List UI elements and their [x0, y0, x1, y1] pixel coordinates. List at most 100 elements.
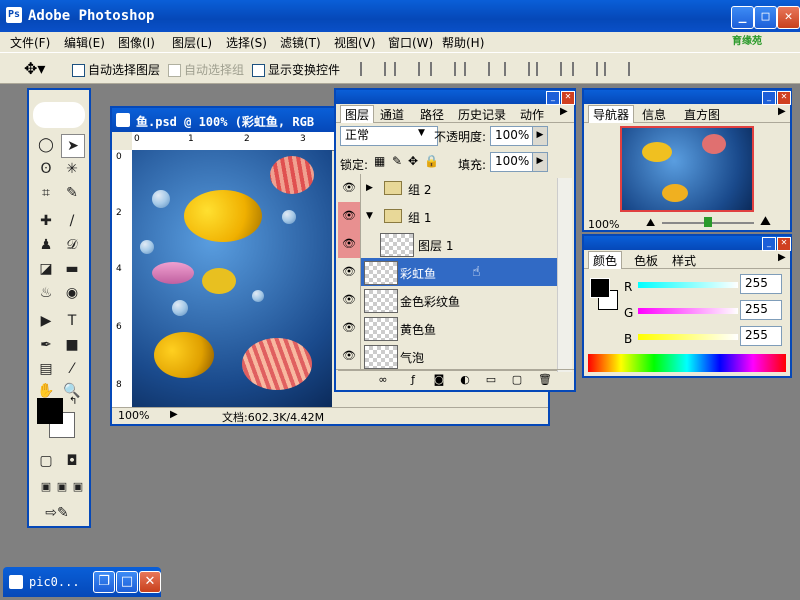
panel-menu-icon[interactable]: ▶: [560, 106, 568, 117]
chevron-down-icon[interactable]: ▼: [418, 128, 425, 138]
zoom-slider-handle[interactable]: [704, 217, 712, 227]
minimized-window[interactable]: pic0... ❐ □ ✕: [3, 567, 161, 597]
panel-close-button[interactable]: ✕: [777, 237, 791, 251]
navigator-preview[interactable]: [620, 126, 754, 212]
distribute-left-icon[interactable]: [572, 62, 598, 76]
layer-style-icon[interactable]: ƒ: [406, 373, 420, 387]
eye-icon[interactable]: 👁: [338, 286, 361, 314]
zoom-in-icon[interactable]: ⛰: [760, 214, 771, 229]
auto-select-layer-option[interactable]: 自动选择图层: [72, 61, 160, 78]
collapse-triangle-icon[interactable]: ▼: [366, 211, 373, 221]
healing-brush-tool-icon[interactable]: ✚: [35, 210, 57, 232]
jump-to-imageready-icon[interactable]: ⇨✎: [35, 502, 79, 524]
tab-actions[interactable]: 动作: [516, 106, 548, 123]
eye-icon[interactable]: 👁: [338, 202, 361, 230]
align-middle-icon[interactable]: [394, 62, 420, 76]
layer-row-golden-fish[interactable]: 👁 金色彩纹鱼: [338, 286, 562, 315]
panel-minimize-button[interactable]: _: [762, 91, 776, 105]
screen-mode-full-icon[interactable]: ▣: [67, 476, 89, 498]
eye-icon[interactable]: 👁: [338, 314, 361, 342]
menu-image[interactable]: 图像(I): [118, 34, 155, 51]
gradient-tool-icon[interactable]: ▬: [61, 258, 83, 280]
eyedropper-tool-icon[interactable]: ⁄: [61, 358, 83, 380]
menu-layer[interactable]: 图层(L): [172, 34, 212, 51]
layers-scrollbar[interactable]: [557, 178, 572, 372]
tab-layers[interactable]: 图层: [340, 105, 375, 123]
eye-icon[interactable]: 👁: [338, 258, 361, 286]
standard-mode-icon[interactable]: ▢: [35, 450, 57, 472]
menu-help[interactable]: 帮助(H): [442, 34, 484, 51]
checkbox[interactable]: [252, 64, 265, 77]
fill-slider-button[interactable]: ▶: [532, 152, 548, 172]
move-tool-icon[interactable]: ➤: [61, 134, 85, 158]
lasso-tool-icon[interactable]: ʘ: [35, 158, 57, 180]
panel-minimize-button[interactable]: _: [546, 91, 560, 105]
panel-close-button[interactable]: ✕: [777, 91, 791, 105]
menu-select[interactable]: 选择(S): [226, 34, 267, 51]
dodge-tool-icon[interactable]: ◉: [61, 282, 83, 304]
maximize-button[interactable]: □: [754, 6, 777, 29]
value-g[interactable]: 255: [740, 300, 782, 320]
foreground-swatch[interactable]: [590, 278, 610, 298]
lock-image-icon[interactable]: ✎: [392, 154, 402, 168]
blur-tool-icon[interactable]: ♨: [35, 282, 57, 304]
marquee-tool-icon[interactable]: ◯: [35, 134, 57, 156]
menu-file[interactable]: 文件(F): [10, 34, 50, 51]
link-icon[interactable]: ∞: [376, 373, 390, 387]
tab-styles[interactable]: 样式: [668, 252, 700, 269]
eye-icon[interactable]: 👁: [338, 174, 361, 202]
eye-icon[interactable]: 👁: [338, 230, 361, 258]
layer-row-layer1[interactable]: 👁 图层 1: [338, 230, 562, 259]
trash-icon[interactable]: 🗑: [538, 373, 552, 387]
expand-triangle-icon[interactable]: ▶: [366, 183, 373, 193]
layer-row-group2[interactable]: 👁 ▶ 组 2: [338, 174, 562, 203]
path-select-tool-icon[interactable]: ▶: [35, 310, 57, 332]
menu-edit[interactable]: 编辑(E): [64, 34, 105, 51]
slider-b[interactable]: [638, 334, 738, 340]
tab-color[interactable]: 颜色: [588, 251, 623, 269]
show-transform-option[interactable]: 显示变换控件: [252, 61, 340, 78]
opacity-slider-button[interactable]: ▶: [532, 126, 548, 146]
menu-view[interactable]: 视图(V): [334, 34, 376, 51]
new-group-icon[interactable]: ▭: [484, 373, 498, 387]
notes-tool-icon[interactable]: ▤: [35, 358, 57, 380]
adjustment-layer-icon[interactable]: ◐: [458, 373, 472, 387]
color-spectrum-bar[interactable]: [588, 354, 786, 372]
opacity-input[interactable]: 100%: [490, 126, 538, 146]
tab-swatches[interactable]: 色板: [630, 252, 662, 269]
layer-row-yellow-fish[interactable]: 👁 黄色鱼: [338, 314, 562, 343]
type-tool-icon[interactable]: T: [61, 310, 83, 332]
slider-r[interactable]: [638, 282, 738, 288]
layer-row-group1[interactable]: 👁 ▼ 组 1: [338, 202, 562, 231]
tab-histogram[interactable]: 直方图: [680, 106, 724, 123]
eraser-tool-icon[interactable]: ◪: [35, 258, 57, 280]
distribute-right-icon[interactable]: [604, 62, 630, 76]
tab-channels[interactable]: 通道: [376, 106, 408, 123]
navigator-zoom[interactable]: 100%: [588, 218, 619, 231]
new-layer-icon[interactable]: ▢: [510, 373, 524, 387]
canvas-fish-image[interactable]: [132, 150, 332, 408]
tab-navigator[interactable]: 导航器: [588, 105, 635, 123]
fill-input[interactable]: 100%: [490, 152, 538, 172]
panel-menu-icon[interactable]: ▶: [778, 252, 786, 263]
menu-window[interactable]: 窗口(W): [388, 34, 433, 51]
value-b[interactable]: 255: [740, 326, 782, 346]
menu-filter[interactable]: 滤镜(T): [280, 34, 321, 51]
tab-paths[interactable]: 路径: [416, 106, 448, 123]
add-mask-icon[interactable]: ◙: [432, 373, 446, 387]
distribute-top-icon[interactable]: [504, 62, 530, 76]
status-menu-icon[interactable]: ▶: [170, 409, 178, 420]
history-brush-tool-icon[interactable]: 𝒟: [61, 234, 83, 256]
tab-info[interactable]: 信息: [638, 106, 670, 123]
zoom-readout[interactable]: 100%: [118, 409, 149, 422]
maximize-button[interactable]: □: [116, 571, 138, 593]
brush-tool-icon[interactable]: /: [61, 210, 83, 232]
move-tool-icon[interactable]: ✥▾: [24, 59, 45, 78]
value-r[interactable]: 255: [740, 274, 782, 294]
checkbox[interactable]: [72, 64, 85, 77]
lock-position-icon[interactable]: ✥: [408, 154, 418, 168]
magic-wand-tool-icon[interactable]: ✳: [61, 158, 83, 180]
close-button[interactable]: ✕: [139, 571, 161, 593]
layer-row-rainbow-fish[interactable]: 👁 彩虹鱼 ☝: [338, 258, 562, 287]
slice-tool-icon[interactable]: ✎: [61, 182, 83, 204]
